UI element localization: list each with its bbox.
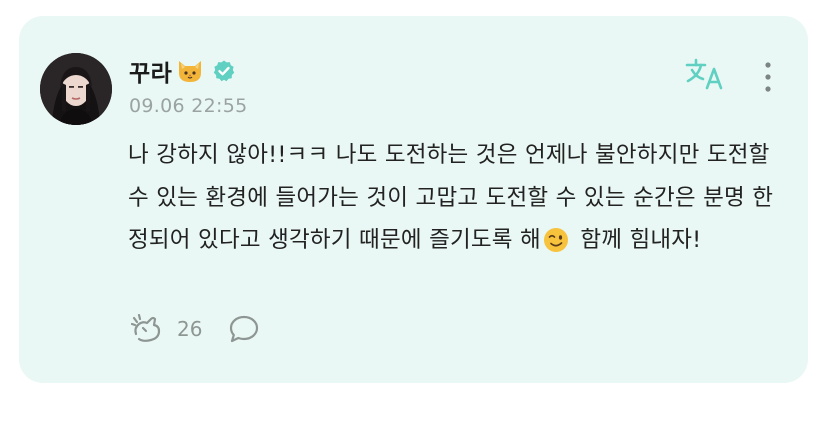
comment-icon xyxy=(230,315,259,343)
post-card: 꾸라 09.06 22:55 나 강하지 않아!!ㅋㅋ 나도 도전하는 것은 언… xyxy=(19,16,808,383)
comment-button[interactable] xyxy=(228,314,260,344)
post-body: 나 강하지 않아!!ㅋㅋ 나도 도전하는 것은 언제나 불안하지만 도전할 수 … xyxy=(128,134,788,268)
post-actions: 26 xyxy=(131,313,260,345)
more-vertical-icon xyxy=(765,62,771,92)
more-options-button[interactable] xyxy=(761,60,775,94)
post-timestamp: 09.06 22:55 xyxy=(129,95,248,117)
like-icon xyxy=(131,314,161,342)
author-row: 꾸라 xyxy=(129,55,236,87)
verified-badge-icon xyxy=(212,59,236,83)
translate-icon xyxy=(685,58,723,90)
translate-button[interactable] xyxy=(684,57,726,93)
author-name[interactable]: 꾸라 xyxy=(129,54,172,88)
winking-face-emoji-icon xyxy=(543,225,569,268)
avatar-image xyxy=(40,53,112,125)
avatar[interactable] xyxy=(40,53,112,125)
like-count: 26 xyxy=(177,317,203,341)
cat-face-emoji-icon xyxy=(176,58,204,84)
post-text-end: 함께 힘내자! xyxy=(572,227,702,253)
like-button[interactable] xyxy=(131,314,165,344)
